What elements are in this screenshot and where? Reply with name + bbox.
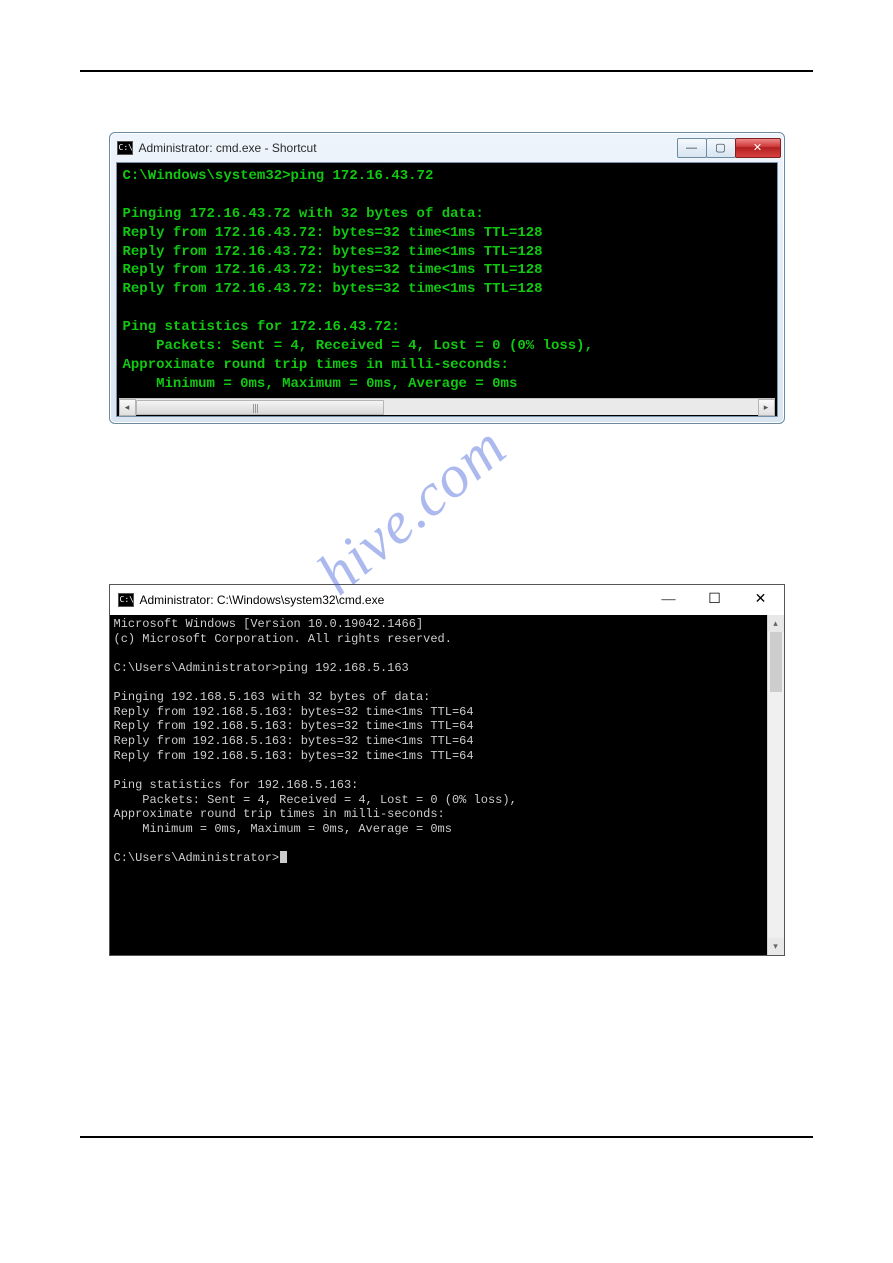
vertical-scrollbar[interactable]: ▴ ▾: [767, 615, 784, 955]
minimize-button[interactable]: —: [677, 138, 707, 158]
page-rule-top: [80, 70, 813, 72]
scroll-left-button[interactable]: ◂: [119, 399, 136, 416]
titlebar-win7[interactable]: Administrator: cmd.exe - Shortcut — ▢ ✕: [111, 134, 783, 162]
terminal-output-win10[interactable]: Microsoft Windows [Version 10.0.19042.14…: [110, 615, 784, 868]
minimize-button[interactable]: —: [646, 585, 692, 615]
scroll-track[interactable]: [136, 399, 758, 415]
titlebar-win10[interactable]: Administrator: C:\Windows\system32\cmd.e…: [110, 585, 784, 615]
close-button[interactable]: ✕: [738, 585, 784, 615]
cmd-window-win7: Administrator: cmd.exe - Shortcut — ▢ ✕ …: [109, 132, 785, 424]
terminal-output-win7[interactable]: C:\Windows\system32>ping 172.16.43.72 Pi…: [117, 163, 777, 399]
scroll-thumb[interactable]: [770, 632, 782, 692]
cmd-icon: [118, 593, 134, 607]
close-button[interactable]: ✕: [735, 138, 781, 158]
cmd-icon: [117, 141, 133, 155]
window-title-win7: Administrator: cmd.exe - Shortcut: [139, 141, 678, 155]
cursor-icon: [280, 851, 287, 863]
scroll-down-button[interactable]: ▾: [768, 938, 784, 955]
maximize-button[interactable]: ▢: [706, 138, 736, 158]
cmd-window-win10: Administrator: C:\Windows\system32\cmd.e…: [109, 584, 785, 956]
window-title-win10: Administrator: C:\Windows\system32\cmd.e…: [140, 593, 646, 607]
scroll-right-button[interactable]: ▸: [758, 399, 775, 416]
page-rule-bottom: [80, 1136, 813, 1138]
scroll-thumb[interactable]: [136, 400, 385, 415]
maximize-button[interactable]: ☐: [692, 585, 738, 615]
scroll-up-button[interactable]: ▴: [768, 615, 784, 632]
terminal-client-win7: C:\Windows\system32>ping 172.16.43.72 Pi…: [116, 162, 778, 417]
horizontal-scrollbar[interactable]: ◂ ▸: [119, 398, 775, 415]
terminal-client-win10: Microsoft Windows [Version 10.0.19042.14…: [110, 615, 784, 955]
